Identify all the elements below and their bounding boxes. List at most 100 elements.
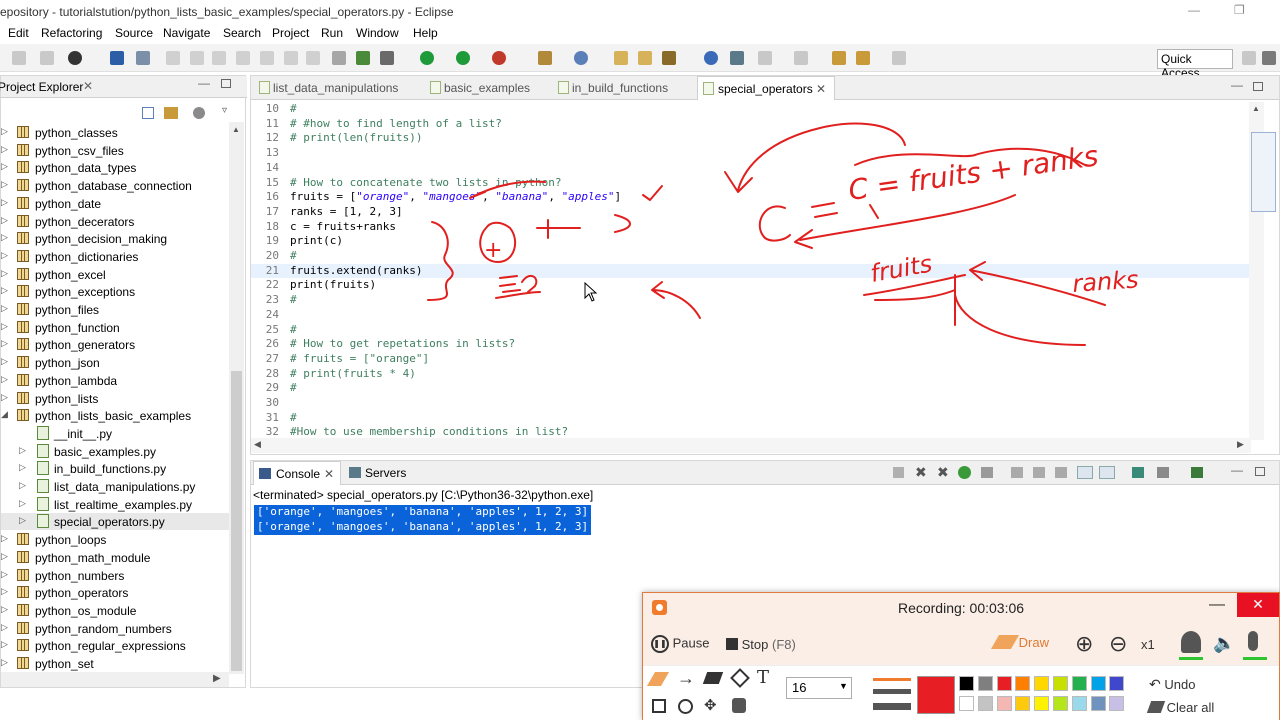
- forward-icon[interactable]: [892, 51, 906, 65]
- tree-item-package[interactable]: ▷ python_decerators: [1, 213, 231, 230]
- code-line[interactable]: 17 ranks = [1, 2, 3]: [251, 205, 1251, 220]
- open-type-icon[interactable]: [614, 51, 628, 65]
- next-annotation-icon[interactable]: [758, 51, 772, 65]
- stroke-width-thin[interactable]: [873, 678, 911, 681]
- menu-window[interactable]: Window: [356, 26, 399, 40]
- close-icon[interactable]: ✕: [1237, 593, 1279, 617]
- run-icon[interactable]: [420, 51, 434, 65]
- tree-item-package[interactable]: ▷ python_data_types: [1, 159, 231, 176]
- maximize-editor-icon[interactable]: [1253, 82, 1263, 91]
- tab-special-operators[interactable]: special_operators ✕: [697, 76, 835, 100]
- code-line[interactable]: 31 #: [251, 411, 1251, 426]
- overview-ruler-thumb[interactable]: [1251, 132, 1276, 212]
- code-line[interactable]: 15 # How to concatenate two lists in pyth…: [251, 176, 1251, 191]
- speaker-icon[interactable]: 🔈: [1213, 633, 1235, 654]
- minimize-icon[interactable]: —: [1188, 3, 1200, 17]
- color-swatch[interactable]: [1109, 696, 1125, 711]
- expand-arrow-icon[interactable]: ▷: [1, 303, 8, 314]
- color-swatch[interactable]: [996, 696, 1012, 711]
- color-swatch[interactable]: [996, 676, 1012, 691]
- stroke-width-thick[interactable]: [873, 703, 911, 710]
- tree-item-package[interactable]: ▷ python_set: [1, 655, 231, 672]
- expand-arrow-icon[interactable]: ▷: [1, 250, 8, 261]
- tree-item-package[interactable]: ▷ python_database_connection: [1, 177, 231, 194]
- clear-console-icon[interactable]: [981, 467, 993, 478]
- tree-item-package[interactable]: ▷ python_lambda: [1, 372, 231, 389]
- expand-arrow-icon[interactable]: ▷: [1, 126, 8, 137]
- expand-arrow-icon[interactable]: ▷: [1, 392, 8, 403]
- rectangle-tool-icon[interactable]: [652, 699, 666, 713]
- word-wrap-icon[interactable]: [1033, 467, 1045, 478]
- skip-breakpoints-icon[interactable]: [136, 51, 150, 65]
- expand-arrow-icon[interactable]: ▷: [19, 445, 26, 456]
- tree-item-package[interactable]: ▷ python_random_numbers: [1, 620, 231, 637]
- debug-icon[interactable]: [356, 51, 370, 65]
- tree-item-package[interactable]: ▷ python_operators: [1, 584, 231, 601]
- open-console-icon[interactable]: [1191, 467, 1203, 478]
- tree-item-package[interactable]: ▷ python_function: [1, 319, 231, 336]
- menu-source[interactable]: Source: [115, 26, 153, 40]
- expand-arrow-icon[interactable]: ▷: [1, 639, 8, 650]
- back-icon[interactable]: [856, 51, 870, 65]
- tree-item-package[interactable]: ▷ python_json: [1, 354, 231, 371]
- zoom-in-icon[interactable]: ⊕: [1075, 631, 1093, 657]
- scroll-right-icon[interactable]: ▶: [213, 673, 221, 684]
- tree-item-package[interactable]: ▷ python_exceptions: [1, 283, 231, 300]
- new-icon[interactable]: [12, 51, 26, 65]
- webcam-icon[interactable]: [1181, 631, 1201, 653]
- display-console-icon[interactable]: [1157, 467, 1169, 478]
- expand-arrow-icon[interactable]: ▷: [1, 197, 8, 208]
- pen-tool-icon[interactable]: [646, 672, 670, 686]
- color-swatch[interactable]: [1053, 676, 1068, 691]
- tree-item-package[interactable]: ▷ python_files: [1, 301, 231, 318]
- horizontal-scrollbar[interactable]: ▶: [1, 672, 229, 687]
- close-tab-icon[interactable]: ✕: [816, 82, 826, 96]
- tree-item-package[interactable]: ◢ python_lists_basic_examples: [1, 407, 231, 424]
- code-line[interactable]: 11 # #how to find length of a list?: [251, 117, 1251, 132]
- show-on-output-icon[interactable]: [1055, 467, 1067, 478]
- coverage-icon[interactable]: [456, 51, 470, 65]
- quick-access-field[interactable]: Quick Access: [1157, 49, 1233, 80]
- expand-arrow-icon[interactable]: ▷: [1, 285, 8, 296]
- tree-item-file[interactable]: ▷ special_operators.py: [1, 513, 231, 531]
- scroll-up-icon[interactable]: ▲: [1252, 104, 1260, 113]
- expand-arrow-icon[interactable]: ▷: [1, 321, 8, 332]
- code-line[interactable]: 16 fruits = ["orange", "mangoes", "banana…: [251, 190, 1251, 205]
- expand-arrow-icon[interactable]: ▷: [1, 604, 8, 615]
- minimize-editor-icon[interactable]: —: [1231, 78, 1243, 92]
- code-line[interactable]: 22 print(fruits): [251, 278, 1251, 293]
- tab-in-build-functions[interactable]: in_build_functions: [554, 76, 686, 100]
- code-line[interactable]: 12 # print(len(fruits)): [251, 131, 1251, 146]
- color-swatch[interactable]: [1109, 676, 1125, 691]
- tree-item-package[interactable]: ▷ python_decision_making: [1, 230, 231, 247]
- expand-arrow-icon[interactable]: ▷: [19, 515, 26, 526]
- resume-icon[interactable]: [166, 51, 180, 65]
- scroll-lock-icon[interactable]: [1011, 467, 1023, 478]
- tree-item-package[interactable]: ▷ python_dictionaries: [1, 248, 231, 265]
- code-line[interactable]: 23 #: [251, 293, 1251, 308]
- focus-icon[interactable]: [193, 107, 205, 119]
- save-icon[interactable]: [40, 51, 54, 65]
- maximize-view-icon[interactable]: [1255, 467, 1265, 476]
- terminate-icon[interactable]: [212, 51, 226, 65]
- tab-console[interactable]: Console ✕: [253, 461, 341, 485]
- disconnect-icon[interactable]: [236, 51, 250, 65]
- new-class-icon[interactable]: [574, 51, 588, 65]
- tree-item-package[interactable]: ▷ python_math_module: [1, 549, 231, 566]
- expand-arrow-icon[interactable]: ▷: [1, 374, 8, 385]
- expand-arrow-icon[interactable]: ▷: [1, 215, 8, 226]
- remove-launch-icon[interactable]: ✖: [915, 464, 927, 481]
- tree-item-package[interactable]: ▷ python_regular_expressions: [1, 637, 231, 654]
- color-swatch[interactable]: [1034, 676, 1050, 691]
- minimize-view-icon[interactable]: —: [1231, 463, 1243, 477]
- color-swatch[interactable]: [1034, 696, 1050, 711]
- scroll-left-icon[interactable]: ◀: [254, 439, 261, 450]
- remove-all-icon[interactable]: ✖: [937, 464, 949, 481]
- expand-arrow-icon[interactable]: ▷: [1, 338, 8, 349]
- color-swatch[interactable]: [977, 696, 993, 711]
- code-line[interactable]: 13: [251, 146, 1251, 161]
- code-line[interactable]: 20 #: [251, 249, 1251, 264]
- minimize-icon[interactable]: —: [1209, 596, 1225, 614]
- code-line[interactable]: 18 c = fruits+ranks: [251, 220, 1251, 235]
- menu-search[interactable]: Search: [223, 26, 261, 40]
